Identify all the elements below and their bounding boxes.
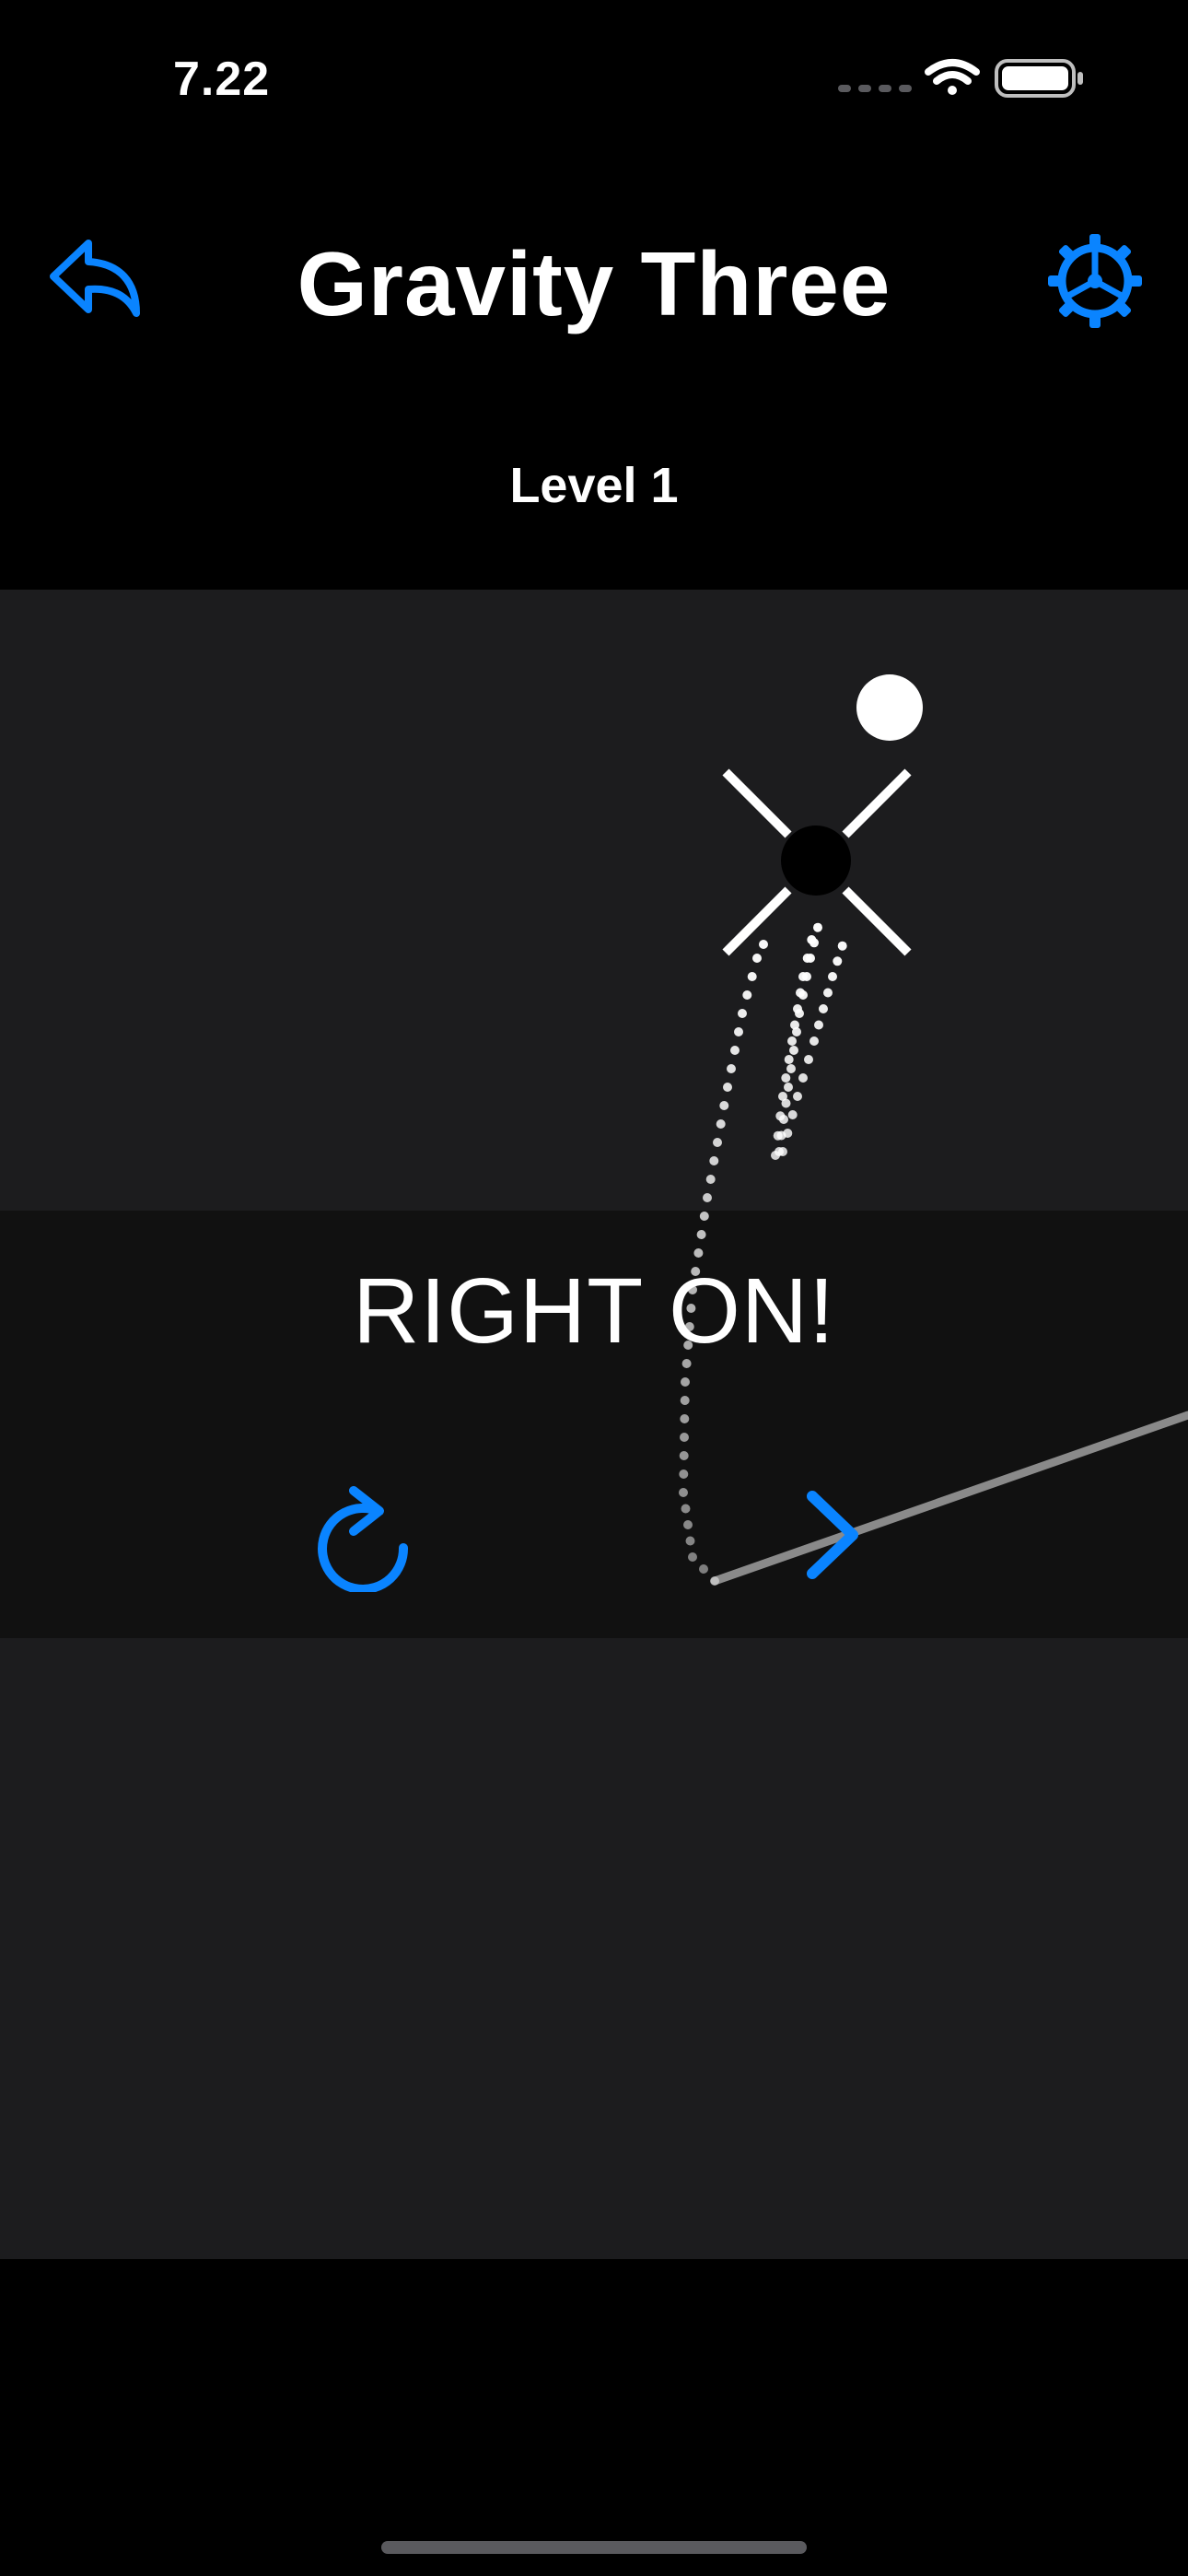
trail-dot	[679, 1488, 688, 1497]
trail-dot	[802, 954, 812, 963]
trail-dot	[723, 1083, 732, 1092]
trail-dot	[680, 1414, 690, 1423]
trail-dot	[796, 988, 805, 998]
trail-dot	[699, 1212, 709, 1221]
trail-dot	[804, 1055, 813, 1064]
trail-dot	[814, 1020, 823, 1030]
trail-dot	[679, 1469, 689, 1479]
trail-dot	[685, 1536, 695, 1546]
trail-dot	[727, 1064, 736, 1073]
trail-dot	[781, 1073, 791, 1083]
trail-dot	[696, 1230, 706, 1239]
trail-dot	[833, 956, 843, 966]
trail-dot	[679, 1451, 689, 1460]
trajectory-trail	[679, 922, 847, 1586]
trail-dot	[790, 1020, 799, 1030]
trail-dot	[837, 941, 847, 951]
next-level-button[interactable]	[796, 1489, 873, 1581]
trail-dot	[828, 972, 837, 981]
trail-dot	[681, 1504, 691, 1514]
gravity-well	[781, 825, 851, 896]
trail-dot	[693, 1248, 704, 1258]
trail-dot	[793, 1092, 802, 1101]
trail-dot	[823, 988, 833, 998]
trail-dot	[684, 1322, 694, 1331]
trail-dot	[775, 1111, 786, 1121]
trail-dot	[709, 1156, 719, 1165]
game-scene	[679, 674, 1188, 1586]
restart-icon	[318, 1486, 409, 1594]
trail-dot	[809, 1036, 819, 1046]
trail-dot	[680, 1396, 690, 1405]
ball	[856, 674, 923, 741]
trail-dot	[710, 1576, 719, 1586]
home-indicator	[381, 2541, 807, 2554]
trail-dot	[713, 1138, 722, 1147]
trail-dot	[793, 1004, 802, 1013]
trail-dot	[683, 1520, 693, 1529]
trail-dot	[778, 1147, 787, 1156]
trail-dot	[688, 1285, 697, 1294]
trail-dot	[703, 1193, 712, 1202]
trail-dot	[784, 1055, 794, 1064]
trail-dot	[716, 1119, 726, 1129]
trail-dot	[789, 1046, 798, 1055]
trail-dot	[819, 1004, 828, 1013]
trail-dot	[686, 1304, 696, 1313]
trail-dot	[784, 1083, 793, 1092]
trail-dot	[691, 1267, 701, 1276]
trail-dot	[683, 1341, 693, 1350]
trail-dot	[759, 940, 768, 949]
trail-dot	[787, 1036, 797, 1046]
chevron-right-icon	[807, 1491, 858, 1579]
trail-dot	[680, 1433, 689, 1442]
trail-dot	[798, 972, 808, 981]
retry-button[interactable]	[313, 1481, 414, 1594]
trail-dot	[719, 1101, 729, 1110]
trail-dot	[688, 1552, 697, 1562]
trail-dot	[742, 990, 752, 1000]
trail-dot	[798, 1073, 808, 1083]
trail-dot	[681, 1359, 692, 1368]
ramp-line	[710, 1411, 1188, 1586]
trail-dot	[730, 1046, 740, 1055]
trail-dot	[681, 1377, 690, 1387]
trail-dot	[734, 1027, 743, 1036]
trail-dot	[699, 1564, 708, 1574]
trail-dot	[783, 1129, 793, 1138]
trail-dot	[786, 1064, 796, 1073]
trail-dot	[787, 1110, 798, 1119]
trail-dot	[747, 972, 757, 981]
trail-dot	[778, 1092, 787, 1101]
trail-dot	[773, 1130, 783, 1141]
trail-dot	[813, 922, 822, 932]
trail-dot	[752, 954, 762, 963]
trail-dot	[807, 935, 817, 944]
trail-dot	[738, 1009, 747, 1018]
trail-dot	[705, 1175, 716, 1184]
